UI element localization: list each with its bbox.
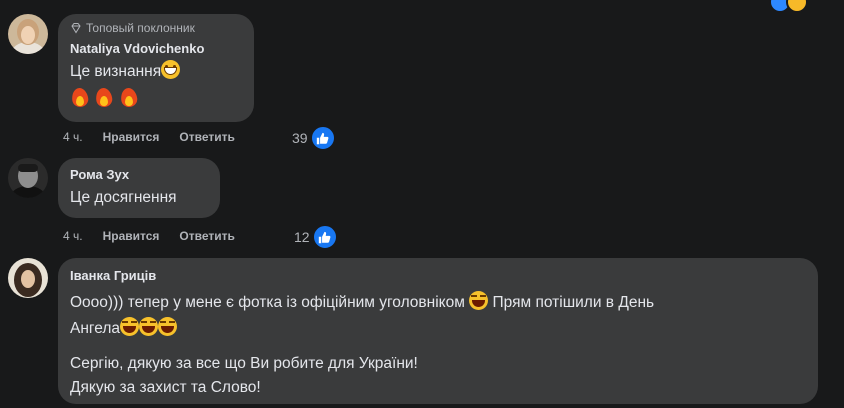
reply-button[interactable]: Ответить <box>179 229 234 243</box>
reaction-count-value: 12 <box>294 229 310 245</box>
comment-text: Сергію, дякую за все що Ви робите для Ук… <box>70 355 418 396</box>
reaction-count-value: 39 <box>292 130 308 146</box>
like-button[interactable]: Нравится <box>103 229 160 243</box>
comment-bubble: Топовый поклонник Nataliya Vdovichenko Ц… <box>58 14 254 122</box>
comment-time[interactable]: 4 ч. <box>63 130 83 144</box>
laughing-emoji-icon <box>157 317 177 336</box>
laughing-emoji-icon <box>119 317 139 336</box>
avatar[interactable] <box>8 158 48 198</box>
comment-actions: 4 ч. Нравится Ответить <box>63 130 235 144</box>
comment-author[interactable]: Рома Зух <box>70 166 208 184</box>
top-fan-badge: Топовый поклонник <box>70 21 242 35</box>
top-reactions <box>769 0 808 13</box>
badge-label: Топовый поклонник <box>86 21 195 35</box>
haha-reaction-icon <box>786 0 808 13</box>
reply-button[interactable]: Ответить <box>179 130 234 144</box>
laughing-emoji-icon <box>138 317 158 336</box>
diamond-icon <box>71 23 81 34</box>
emoji-line <box>70 87 242 111</box>
comment-bubble: Рома Зух Це досягнення <box>58 158 220 218</box>
fire-emoji-icon <box>70 87 90 109</box>
comment-text: Це визнання <box>70 60 242 83</box>
comment-text: Це досягнення <box>70 189 177 206</box>
like-button[interactable]: Нравится <box>103 130 160 144</box>
thumbs-up-icon <box>310 126 335 150</box>
comment-bubble: Іванка Гриців Оооо))) тепер у мене є фот… <box>58 258 818 404</box>
comment-text: Оооо))) тепер у мене є фотка із офіційни… <box>70 290 806 342</box>
comment-author[interactable]: Nataliya Vdovichenko <box>70 40 242 58</box>
comment-time[interactable]: 4 ч. <box>63 229 83 243</box>
thumbs-up-icon <box>312 225 337 249</box>
avatar[interactable] <box>8 258 48 298</box>
reaction-count[interactable]: 12 <box>294 225 337 249</box>
avatar[interactable] <box>8 14 48 54</box>
reaction-count[interactable]: 39 <box>292 126 335 150</box>
fire-emoji-icon <box>119 87 139 109</box>
comment-author[interactable]: Іванка Гриців <box>70 267 806 285</box>
fire-emoji-icon <box>94 87 114 109</box>
grin-emoji-icon <box>161 60 181 79</box>
comment-actions: 4 ч. Нравится Ответить <box>63 229 235 243</box>
laughing-emoji-icon <box>469 291 489 310</box>
